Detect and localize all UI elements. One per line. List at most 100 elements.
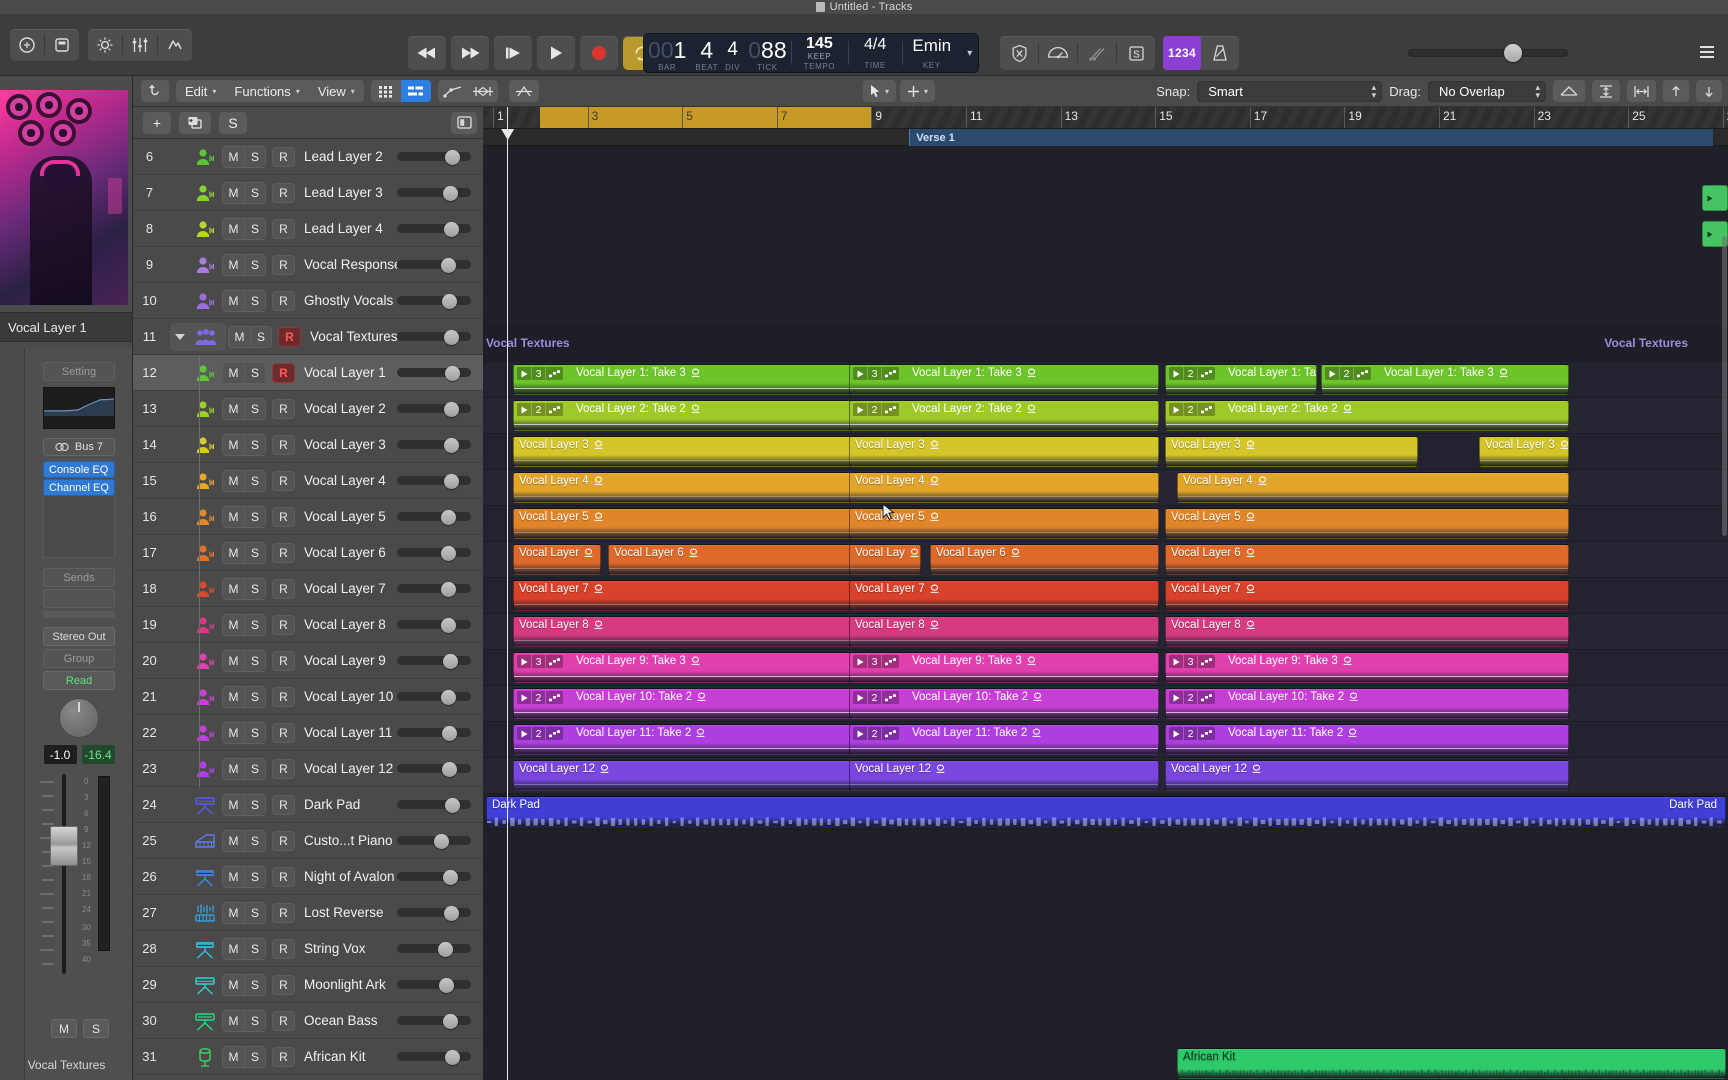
track-name[interactable]: Vocal Layer 5	[304, 509, 397, 524]
volume-knob[interactable]	[444, 438, 459, 453]
track-name[interactable]: Moonlight Ark	[304, 977, 397, 992]
record-enable-button[interactable]: R	[272, 615, 295, 635]
plugin-slot-console-eq[interactable]: Console EQ	[43, 461, 115, 478]
take-comp-icon[interactable]	[546, 367, 563, 380]
record-enable-button[interactable]: R	[272, 435, 295, 455]
functions-menu[interactable]: Functions ▾	[225, 80, 308, 102]
automation-mode-button[interactable]: Read	[43, 671, 115, 690]
solo-button[interactable]: S	[244, 507, 265, 527]
region[interactable]: Vocal Layer 7	[513, 580, 851, 611]
arrange-row[interactable]	[483, 974, 1728, 1010]
timeline-ruler[interactable]: 13579111315171921232527	[483, 107, 1728, 129]
flex-icon[interactable]	[468, 80, 498, 102]
track-header-row[interactable]: 14 M S R Vocal Layer 3	[133, 427, 483, 463]
arrange-row[interactable]: Dark Pad Dark Pad	[483, 794, 1728, 830]
marker-lane[interactable]: Verse 1	[483, 129, 1728, 146]
setting-button[interactable]: Setting	[43, 362, 115, 381]
group-button[interactable]: Group	[43, 649, 115, 668]
track-name[interactable]: Vocal Response	[304, 257, 397, 272]
volume-knob[interactable]	[442, 294, 457, 309]
record-enable-button[interactable]: R	[272, 471, 295, 491]
rewind-button[interactable]	[408, 36, 446, 70]
solo-button[interactable]: S	[244, 183, 265, 203]
track-name[interactable]: Lead Layer 4	[304, 221, 397, 236]
take-folder-header[interactable]: 2	[1169, 403, 1215, 416]
mute-button[interactable]: M	[223, 759, 244, 779]
volume-knob[interactable]	[445, 150, 460, 165]
slider-knob[interactable]	[1504, 44, 1522, 62]
arrange-row[interactable]	[483, 218, 1728, 254]
solo-button[interactable]: S	[244, 471, 265, 491]
arrange-row[interactable]: Vocal Layer 12 Vocal Layer 12 Vocal Layer …	[483, 758, 1728, 794]
track-volume-slider[interactable]	[397, 438, 471, 451]
region[interactable]: 2 Vocal Layer 10: Take 2	[1165, 688, 1569, 719]
solo-button[interactable]: S	[244, 867, 265, 887]
region[interactable]: Vocal Layer 12	[513, 760, 851, 791]
track-volume-slider[interactable]	[397, 834, 471, 847]
volume-knob[interactable]	[443, 186, 458, 201]
volume-knob[interactable]	[441, 690, 456, 705]
take-play-icon[interactable]	[1169, 403, 1183, 416]
track-volume-slider[interactable]	[397, 330, 471, 343]
arrange-row[interactable]: Vocal Layer 5 Vocal Layer 5 Vocal Layer 5	[483, 506, 1728, 542]
arrange-row[interactable]: Vocal Layer Vocal Layer 6 Vocal Lay Vocal L…	[483, 542, 1728, 578]
track-volume-slider[interactable]	[397, 258, 471, 271]
region[interactable]: Vocal Layer 12	[1165, 760, 1569, 791]
region[interactable]: Vocal Layer 6	[930, 544, 1159, 575]
plugin-slots-empty[interactable]	[43, 496, 115, 558]
track-volume-slider[interactable]	[397, 222, 471, 235]
take-play-icon[interactable]	[517, 403, 531, 416]
take-play-icon[interactable]	[1169, 367, 1183, 380]
record-enable-button[interactable]: R	[272, 831, 295, 851]
solo-button[interactable]: S	[244, 687, 265, 707]
arrange-row[interactable]: Vocal Layer 7 Vocal Layer 7 Vocal Layer 7	[483, 578, 1728, 614]
take-play-icon[interactable]	[853, 403, 867, 416]
mute-button[interactable]: M	[223, 219, 244, 239]
record-enable-button[interactable]: R	[272, 903, 295, 923]
solo-button[interactable]: S	[244, 291, 265, 311]
mute-button[interactable]: M	[223, 435, 244, 455]
record-enable-button[interactable]: R	[272, 759, 295, 779]
go-to-start-button[interactable]	[494, 36, 532, 70]
send-slot-empty[interactable]: .	[43, 589, 115, 608]
channel-strip-name[interactable]: Vocal Layer 1	[0, 312, 133, 342]
volume-knob[interactable]	[444, 474, 459, 489]
region[interactable]: 2 Vocal Layer 11: Take 2	[513, 724, 851, 755]
region[interactable]: Vocal Layer 8	[849, 616, 1159, 647]
region[interactable]: Vocal Layer 5	[849, 508, 1159, 539]
arrange-row[interactable]	[483, 866, 1728, 902]
region[interactable]: 2 Vocal Layer 2: Take 2	[1165, 400, 1569, 431]
record-enable-button[interactable]: R	[272, 183, 295, 203]
edit-menu[interactable]: Edit ▾	[176, 80, 225, 102]
take-play-icon[interactable]	[1325, 367, 1339, 380]
undo-arrow-icon[interactable]	[141, 80, 169, 102]
mute-button[interactable]: M	[223, 615, 244, 635]
region[interactable]: Vocal Layer 4	[1177, 472, 1569, 503]
mute-button[interactable]: M	[223, 651, 244, 671]
volume-knob[interactable]	[443, 654, 458, 669]
solo-button[interactable]: S	[244, 147, 265, 167]
take-comp-icon[interactable]	[882, 367, 899, 380]
take-comp-icon[interactable]	[882, 727, 899, 740]
solo-button[interactable]: S	[244, 219, 265, 239]
take-play-icon[interactable]	[853, 691, 867, 704]
arrange-row[interactable]: Vocal Layer 4 Vocal Layer 4 Vocal Layer 4	[483, 470, 1728, 506]
mute-button[interactable]: M	[223, 471, 244, 491]
track-name[interactable]: Vocal Layer 9	[304, 653, 397, 668]
take-play-icon[interactable]	[853, 655, 867, 668]
track-volume-slider[interactable]	[397, 546, 471, 559]
region[interactable]: 2 Vocal Layer 11: Take 2	[1165, 724, 1569, 755]
track-name[interactable]: Vocal Layer 11	[304, 725, 397, 740]
region[interactable]: 2 Vocal Layer 10: Take 2	[513, 688, 851, 719]
duplicate-track-icon[interactable]	[179, 112, 211, 134]
nudge-up-icon[interactable]	[1663, 80, 1689, 102]
solo-button[interactable]: S	[244, 831, 265, 851]
mute-button[interactable]: M	[223, 795, 244, 815]
automation-icon[interactable]	[438, 80, 468, 102]
arrange-row[interactable]	[483, 182, 1728, 218]
arrange-row[interactable]	[483, 254, 1728, 290]
region[interactable]: 2 Vocal Layer 1: Take 3	[1321, 364, 1569, 395]
region[interactable]: 2 Vocal Layer 10: Take 2	[849, 688, 1159, 719]
take-comp-icon[interactable]	[546, 727, 563, 740]
track-header-row[interactable]: 30 M S R Ocean Bass	[133, 1003, 483, 1039]
